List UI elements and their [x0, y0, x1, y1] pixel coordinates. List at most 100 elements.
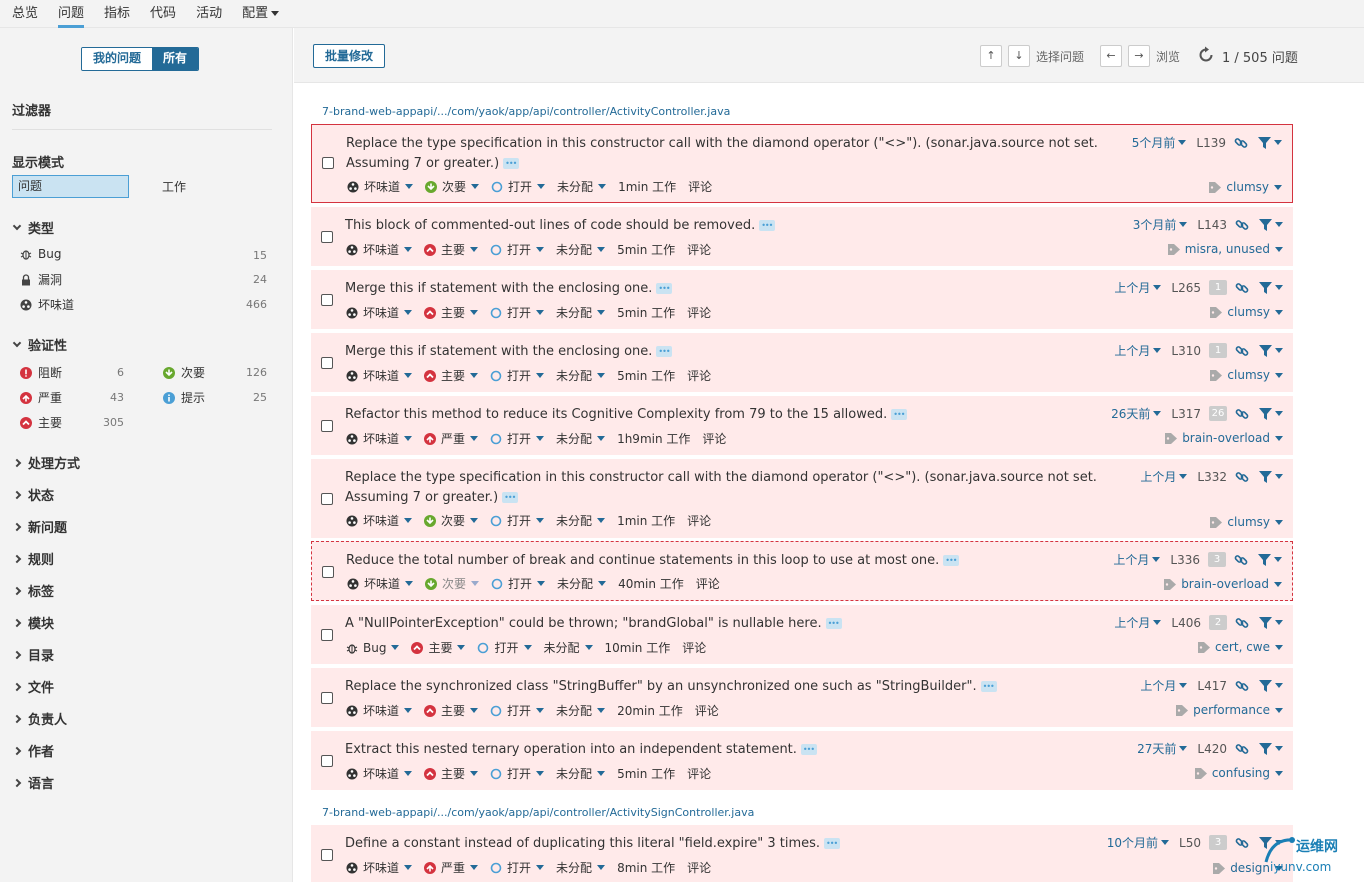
issue-severity[interactable]: 次要 — [425, 575, 480, 592]
issue-type[interactable]: 坏味道 — [346, 430, 413, 447]
mode-effort-button[interactable]: 工作 — [162, 178, 186, 195]
browse-next-button[interactable]: → — [1128, 45, 1150, 67]
issue-item[interactable]: Replace the type specification in this c… — [311, 124, 1293, 203]
issue-checkbox[interactable] — [322, 157, 334, 169]
issue-comment-link[interactable]: 评论 — [687, 765, 711, 782]
issue-message[interactable]: A "NullPointerException" could be thrown… — [345, 614, 1125, 634]
facet-type-bug[interactable]: Bug — [20, 247, 61, 261]
facet-type-header[interactable]: 类型 — [12, 218, 54, 237]
issue-severity[interactable]: 主要 — [424, 304, 479, 321]
facet-language[interactable]: 语言 — [12, 773, 54, 792]
issue-comment-link[interactable]: 评论 — [687, 304, 711, 321]
issue-item[interactable]: Merge this if statement with the enclosi… — [311, 333, 1293, 392]
issue-tags[interactable]: cert, cwe — [1197, 640, 1283, 654]
issue-message[interactable]: Replace the type specification in this c… — [346, 134, 1126, 174]
issue-line[interactable]: L317 — [1171, 407, 1201, 421]
more-icon[interactable] — [502, 488, 519, 508]
issue-tags[interactable]: clumsy — [1210, 305, 1283, 319]
issue-type[interactable]: 坏味道 — [346, 859, 413, 876]
issue-line[interactable]: L139 — [1196, 136, 1226, 150]
link-icon[interactable] — [1235, 407, 1249, 421]
issue-tags[interactable]: performance — [1176, 703, 1283, 717]
issue-checkbox[interactable] — [321, 420, 333, 432]
issue-age[interactable]: 26天前 — [1111, 405, 1162, 422]
issue-item[interactable]: Refactor this method to reduce its Cogni… — [311, 396, 1293, 455]
issue-comment-link[interactable]: 评论 — [696, 575, 720, 592]
facet-assignee[interactable]: 负责人 — [12, 709, 67, 728]
issue-age[interactable]: 10个月前 — [1107, 834, 1170, 851]
issue-type[interactable]: 坏味道 — [346, 765, 413, 782]
issue-status[interactable]: 打开 — [490, 512, 545, 529]
issue-severity[interactable]: 严重 — [424, 430, 479, 447]
link-icon[interactable] — [1235, 470, 1249, 484]
issue-type[interactable]: 坏味道 — [346, 367, 413, 384]
issue-item[interactable]: A "NullPointerException" could be thrown… — [311, 605, 1293, 664]
issue-status[interactable]: 打开 — [490, 765, 545, 782]
issue-checkbox[interactable] — [321, 357, 333, 369]
issue-assignee[interactable]: 未分配 — [556, 304, 606, 321]
link-icon[interactable] — [1235, 344, 1249, 358]
facet-type-code-smell[interactable]: 坏味道 — [20, 296, 74, 313]
issue-type[interactable]: Bug — [346, 641, 400, 655]
issue-message[interactable]: This block of commented-out lines of cod… — [345, 216, 1125, 236]
issue-assignee[interactable]: 未分配 — [544, 639, 593, 656]
issue-status[interactable]: 打开 — [491, 178, 546, 195]
issue-status[interactable]: 打开 — [491, 575, 546, 592]
issue-assignee[interactable]: 未分配 — [556, 702, 606, 719]
issue-line[interactable]: L265 — [1171, 281, 1201, 295]
locations-badge[interactable]: 1 — [1209, 280, 1227, 295]
issue-message[interactable]: Merge this if statement with the enclosi… — [345, 279, 1125, 299]
nav-overview[interactable]: 总览 — [12, 0, 38, 28]
issue-message[interactable]: Reduce the total number of break and con… — [346, 551, 1126, 571]
more-icon[interactable] — [800, 740, 817, 760]
issue-item[interactable]: Extract this nested ternary operation in… — [311, 731, 1293, 790]
issue-type[interactable]: 坏味道 — [346, 512, 413, 529]
facet-status[interactable]: 状态 — [12, 485, 54, 504]
issue-line[interactable]: L143 — [1197, 218, 1227, 232]
issue-filter[interactable] — [1259, 344, 1283, 357]
issue-message[interactable]: Replace the type specification in this c… — [345, 468, 1125, 508]
issue-tags[interactable]: brain-overload — [1165, 431, 1283, 445]
issue-severity[interactable]: 严重 — [424, 859, 479, 876]
issue-tags[interactable]: brain-overload — [1164, 577, 1282, 591]
nav-measures[interactable]: 指标 — [104, 0, 130, 28]
issue-tags[interactable]: misra, unused — [1167, 242, 1283, 256]
issue-age[interactable]: 上个月 — [1140, 677, 1188, 694]
my-issues-button[interactable]: 我的问题 — [82, 48, 153, 70]
file-path[interactable]: 7-brand-web-appapi/.../com/yaok/app/api/… — [322, 806, 754, 819]
more-icon[interactable] — [824, 834, 841, 854]
more-icon[interactable] — [656, 279, 673, 299]
issue-age[interactable]: 5个月前 — [1132, 134, 1187, 151]
issue-assignee[interactable]: 未分配 — [556, 859, 606, 876]
issue-tags[interactable]: clumsy — [1210, 368, 1283, 382]
issue-filter[interactable] — [1259, 407, 1283, 420]
more-icon[interactable] — [891, 405, 908, 425]
issue-filter[interactable] — [1259, 742, 1283, 755]
issue-assignee[interactable]: 未分配 — [556, 241, 606, 258]
issue-status[interactable]: 打开 — [490, 859, 545, 876]
issue-line[interactable]: L417 — [1197, 679, 1227, 693]
issue-checkbox[interactable] — [322, 566, 334, 578]
issue-severity[interactable]: 主要 — [424, 702, 479, 719]
locations-badge[interactable]: 3 — [1209, 835, 1227, 850]
issue-filter[interactable] — [1259, 616, 1283, 629]
issue-assignee[interactable]: 未分配 — [556, 367, 606, 384]
nav-code[interactable]: 代码 — [150, 0, 176, 28]
issue-line[interactable]: L332 — [1197, 470, 1227, 484]
issue-item[interactable]: Reduce the total number of break and con… — [311, 541, 1293, 601]
nav-issues[interactable]: 问题 — [58, 0, 85, 28]
issue-checkbox[interactable] — [321, 849, 333, 861]
issue-severity[interactable]: 主要 — [424, 367, 479, 384]
issue-checkbox[interactable] — [321, 231, 333, 243]
issue-filter[interactable] — [1258, 136, 1282, 149]
issue-type[interactable]: 坏味道 — [346, 241, 413, 258]
issue-filter[interactable] — [1259, 679, 1283, 692]
link-icon[interactable] — [1234, 553, 1248, 567]
issue-line[interactable]: L406 — [1171, 616, 1201, 630]
issue-comment-link[interactable]: 评论 — [687, 859, 711, 876]
issue-line[interactable]: L310 — [1171, 344, 1201, 358]
issue-message[interactable]: Merge this if statement with the enclosi… — [345, 342, 1125, 362]
issue-filter[interactable] — [1259, 470, 1283, 483]
issue-assignee[interactable]: 未分配 — [556, 430, 606, 447]
link-icon[interactable] — [1234, 136, 1248, 150]
